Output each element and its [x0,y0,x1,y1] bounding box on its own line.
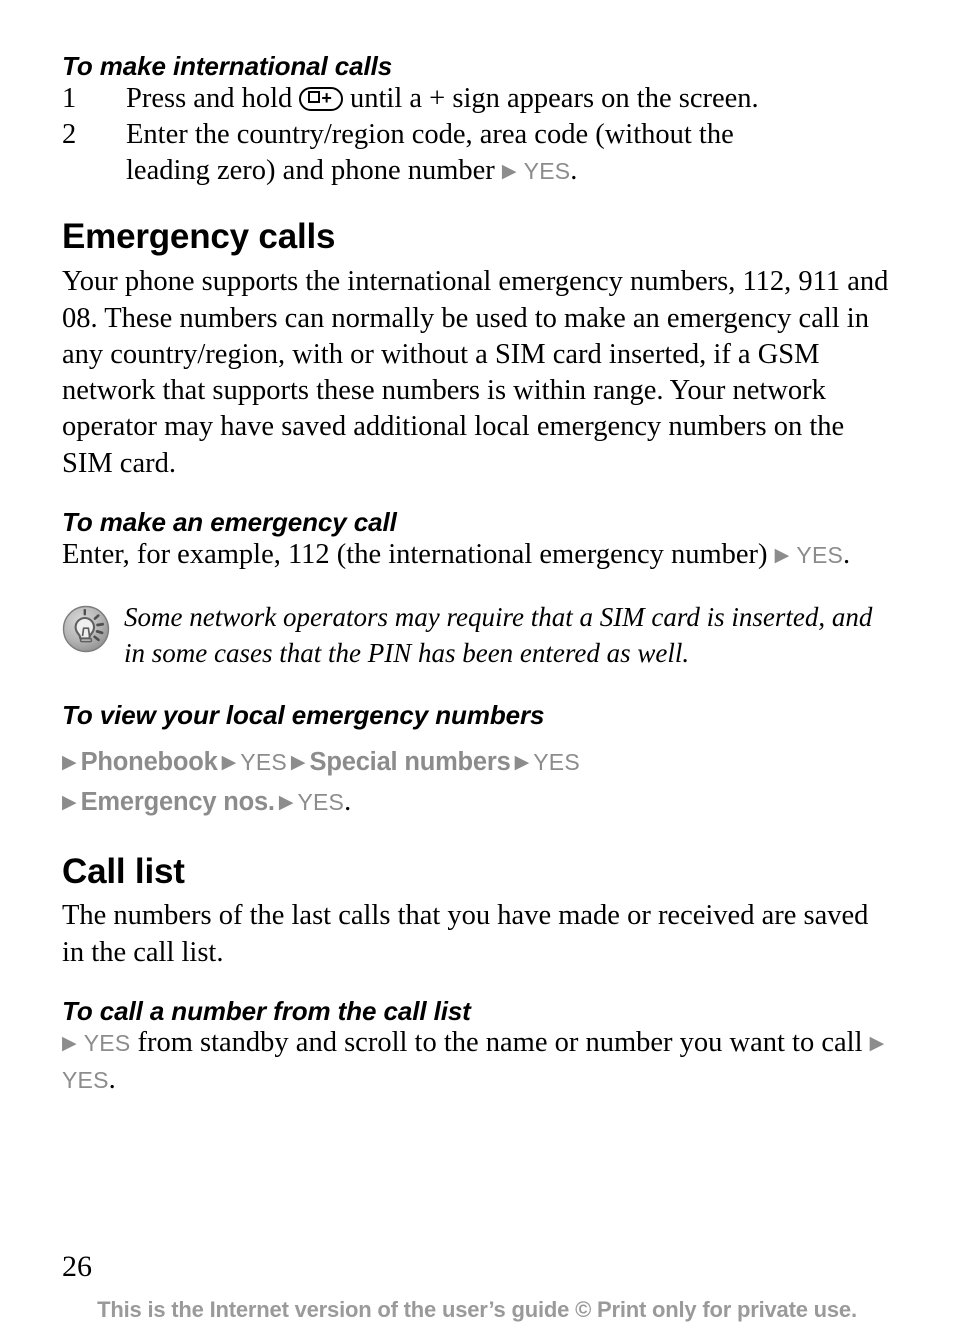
play-arrow-icon: ▶ [62,751,77,773]
step-text: Enter the country/region code, area code… [126,117,892,190]
page-content: To make international calls 1 Press and … [62,52,892,1098]
play-arrow-icon: ▶ [501,161,517,183]
yes-key-label: YES [533,748,580,775]
tip-lightbulb-icon [62,605,110,653]
step-text-line1: Enter the country/region code, area code… [126,118,734,150]
international-calls-steps: 1 Press and hold + until a + sign appear… [62,81,892,190]
make-emergency-call-instruction: Enter, for example, 112 (the internation… [62,537,892,573]
yes-key-label: YES [297,788,345,815]
instruction-text-before: Enter, for example, 112 (the internation… [62,538,768,570]
step-text-after-key: until a + sign appears on the screen. [342,82,759,114]
yes-key-label: YES [83,1030,131,1057]
key-zero-plus-icon: + [299,86,343,111]
tip-note-block: Some network operators may require that … [62,599,892,671]
menu-item-emergency-nos[interactable]: Emergency nos. [81,788,275,816]
key-zero-square-icon [308,90,321,103]
step-text-before-key: Press and hold [126,82,300,114]
instruction-text-end: . [108,1063,116,1095]
manual-page: To make international calls 1 Press and … [0,0,954,1335]
play-arrow-icon: ▶ [290,751,306,773]
step-text: Press and hold + until a + sign appears … [126,81,892,117]
yes-key-label: YES [796,541,844,568]
step-text-line2-after: . [570,155,578,187]
call-list-paragraph: The numbers of the last calls that you h… [62,900,869,968]
step-item: 1 Press and hold + until a + sign appear… [62,81,892,117]
instruction-text-after: . [843,538,851,570]
page-number: 26 [62,1250,92,1283]
step-number: 2 [62,118,77,150]
heading-emergency-calls: Emergency calls [62,217,336,257]
play-arrow-icon: ▶ [774,544,790,566]
menu-item-special-numbers[interactable]: Special numbers [310,748,511,776]
menu-path-line-2: ▶ Emergency nos. ▶ YES. [62,784,892,824]
play-arrow-icon: ▶ [221,751,237,773]
step-item: 2 Enter the country/region code, area co… [62,117,892,190]
yes-key-label: YES [62,1066,109,1093]
emergency-calls-paragraph: Your phone supports the international em… [62,266,889,479]
play-arrow-icon: ▶ [62,791,77,813]
heading-to-call-a-number-from-the-call-list: To call a number from the call list [62,995,471,1026]
heading-call-list: Call list [62,851,185,891]
instruction-text-middle: from standby and scroll to the name or n… [130,1027,863,1059]
menu-item-phonebook[interactable]: Phonebook [81,748,218,776]
heading-to-view-local-emergency-numbers: To view your local emergency numbers [62,699,545,730]
step-number: 1 [62,82,77,114]
call-from-list-instruction: ▶ YES from standby and scroll to the nam… [62,1025,892,1098]
heading-to-make-an-emergency-call: To make an emergency call [62,507,397,538]
play-arrow-icon: ▶ [869,1033,885,1055]
yes-key-label: YES [240,748,287,775]
step-text-line2-before: leading zero) and phone number [126,155,495,187]
menu-path-line-1: ▶ Phonebook ▶ YES ▶ Special numbers ▶ YE… [62,744,892,784]
yes-key-label: YES [523,158,571,185]
tip-note-text: Some network operators may require that … [124,601,873,668]
play-arrow-icon: ▶ [514,751,530,773]
play-arrow-icon: ▶ [278,791,294,813]
page-footer-notice: This is the Internet version of the user… [97,1297,857,1322]
play-arrow-icon: ▶ [62,1033,77,1055]
heading-to-make-international-calls: To make international calls [62,51,393,81]
menu-path-period: . [344,785,352,817]
key-plus-label: + [321,87,334,108]
